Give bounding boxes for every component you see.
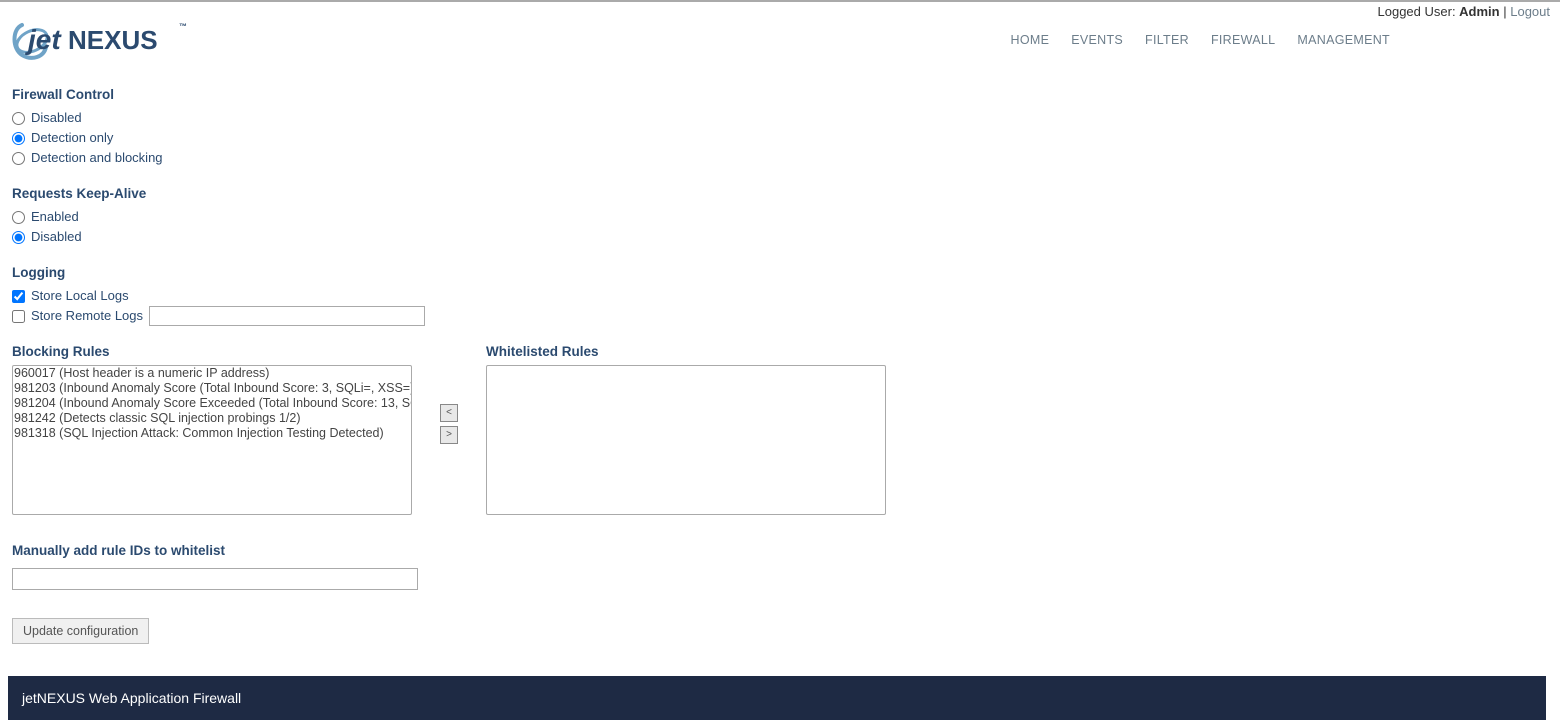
logging-group: Logging Store Local Logs Store Remote Lo…: [12, 265, 1560, 326]
logged-user-label: Logged User:: [1378, 4, 1460, 19]
fc-disabled-radio[interactable]: [12, 112, 25, 125]
blocking-rules-list[interactable]: 960017 (Host header is a numeric IP addr…: [12, 365, 412, 515]
nav-filter[interactable]: FILTER: [1145, 33, 1189, 47]
fc-detection-radio[interactable]: [12, 132, 25, 145]
fc-blocking-row[interactable]: Detection and blocking: [12, 148, 1560, 168]
rule-option[interactable]: 981203 (Inbound Anomaly Score (Total Inb…: [13, 381, 411, 396]
whitelist-rules-title: Whitelisted Rules: [486, 344, 886, 359]
firewall-control-title: Firewall Control: [12, 87, 1560, 102]
nav-management[interactable]: MANAGEMENT: [1297, 33, 1390, 47]
logout-link[interactable]: Logout: [1510, 4, 1550, 19]
rule-option[interactable]: 960017 (Host header is a numeric IP addr…: [13, 366, 411, 381]
svg-text:™: ™: [179, 22, 187, 31]
fc-detection-label: Detection only: [31, 128, 113, 148]
nav-firewall[interactable]: FIREWALL: [1211, 33, 1275, 47]
remote-logs-input[interactable]: [149, 306, 425, 326]
keep-alive-group: Requests Keep-Alive Enabled Disabled: [12, 186, 1560, 247]
footer-text: jetNEXUS Web Application Firewall: [22, 690, 241, 706]
manual-whitelist-title: Manually add rule IDs to whitelist: [12, 543, 1560, 558]
ka-enabled-radio[interactable]: [12, 211, 25, 224]
nav-events[interactable]: EVENTS: [1071, 33, 1123, 47]
remote-logs-label: Store Remote Logs: [31, 306, 143, 326]
local-logs-checkbox[interactable]: [12, 290, 25, 303]
firewall-control-group: Firewall Control Disabled Detection only…: [12, 87, 1560, 168]
fc-disabled-row[interactable]: Disabled: [12, 108, 1560, 128]
rule-option[interactable]: 981204 (Inbound Anomaly Score Exceeded (…: [13, 396, 411, 411]
rule-option[interactable]: 981318 (SQL Injection Attack: Common Inj…: [13, 426, 411, 441]
keep-alive-title: Requests Keep-Alive: [12, 186, 1560, 201]
ka-enabled-row[interactable]: Enabled: [12, 207, 1560, 227]
logo-icon: jet NEXUS ™: [10, 19, 190, 61]
top-bar: Logged User: Admin | Logout: [0, 0, 1560, 19]
remote-logs-checkbox[interactable]: [12, 310, 25, 323]
ka-enabled-label: Enabled: [31, 207, 79, 227]
ka-disabled-label: Disabled: [31, 227, 82, 247]
footer-bar: jetNEXUS Web Application Firewall: [8, 676, 1546, 720]
nav-home[interactable]: HOME: [1011, 33, 1050, 47]
local-logs-row[interactable]: Store Local Logs: [12, 286, 1560, 306]
svg-text:NEXUS: NEXUS: [68, 25, 158, 55]
local-logs-label: Store Local Logs: [31, 286, 129, 306]
move-left-button[interactable]: <: [440, 404, 458, 422]
logo: jet NEXUS ™: [10, 19, 190, 61]
update-configuration-button[interactable]: Update configuration: [12, 618, 149, 644]
move-right-button[interactable]: >: [440, 426, 458, 444]
ka-disabled-row[interactable]: Disabled: [12, 227, 1560, 247]
rule-option[interactable]: 981242 (Detects classic SQL injection pr…: [13, 411, 411, 426]
svg-text:jet: jet: [24, 24, 62, 55]
blocking-rules-title: Blocking Rules: [12, 344, 412, 359]
logging-title: Logging: [12, 265, 1560, 280]
remote-logs-row[interactable]: Store Remote Logs: [12, 306, 1560, 326]
whitelist-rules-list[interactable]: [486, 365, 886, 515]
logged-user-name: Admin: [1459, 4, 1499, 19]
ka-disabled-radio[interactable]: [12, 231, 25, 244]
manual-whitelist-input[interactable]: [12, 568, 418, 590]
fc-detection-row[interactable]: Detection only: [12, 128, 1560, 148]
fc-blocking-label: Detection and blocking: [31, 148, 163, 168]
fc-blocking-radio[interactable]: [12, 152, 25, 165]
main-nav: HOME EVENTS FILTER FIREWALL MANAGEMENT: [1011, 33, 1551, 47]
fc-disabled-label: Disabled: [31, 108, 82, 128]
topbar-separator: |: [1500, 4, 1511, 19]
